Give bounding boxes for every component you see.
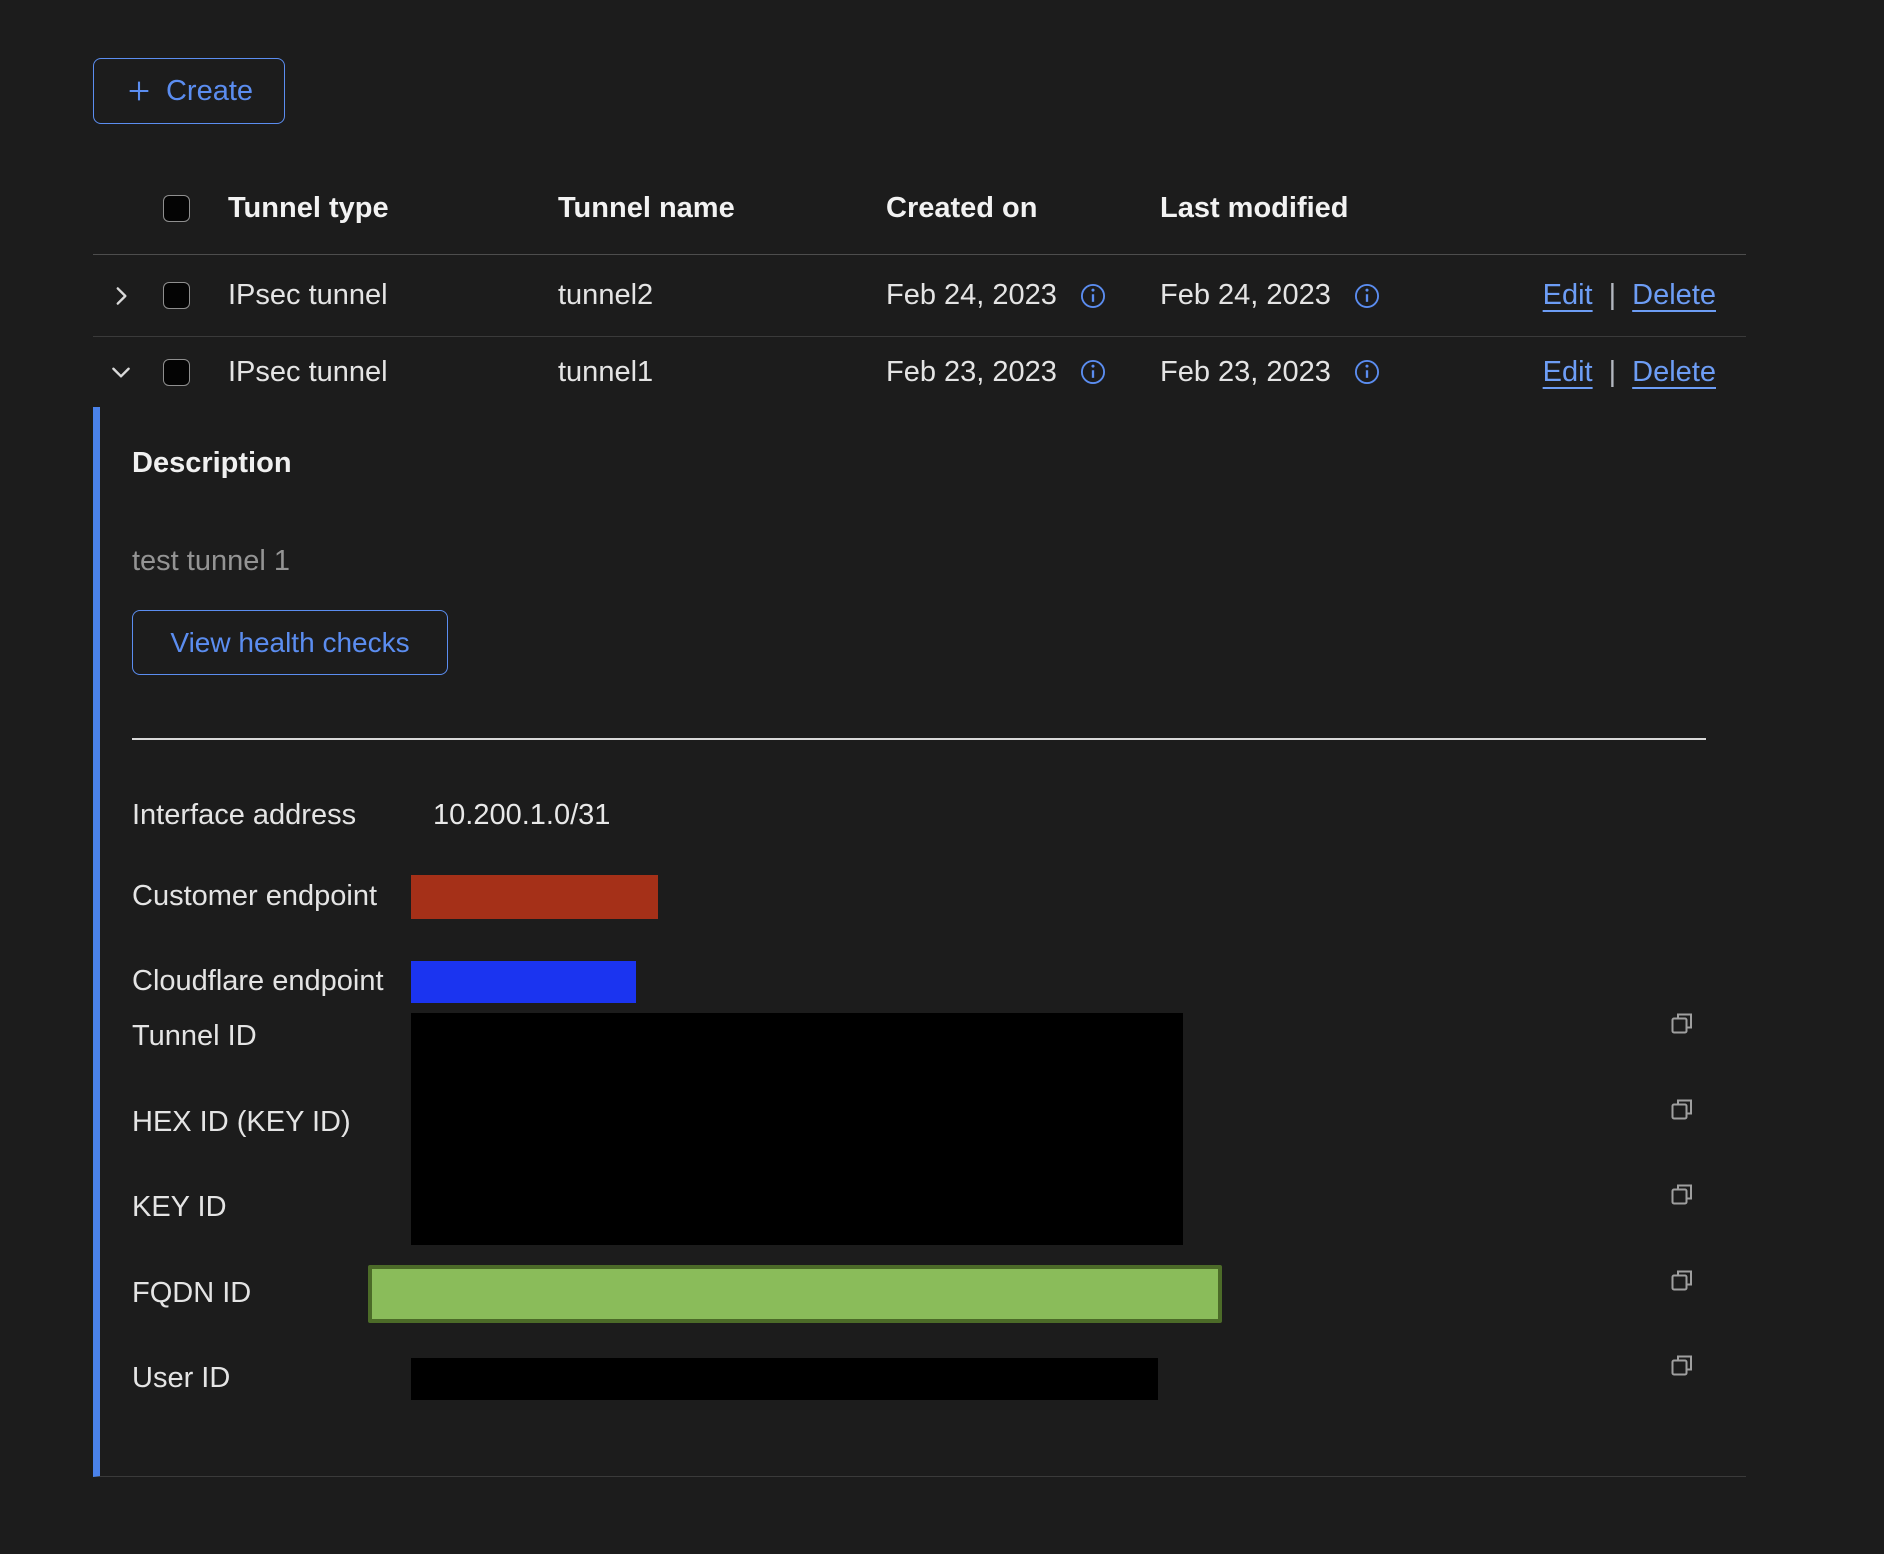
info-icon[interactable] (1079, 358, 1107, 386)
copy-tunnel-id-icon[interactable] (1668, 1009, 1696, 1037)
copy-fqdn-id-icon[interactable] (1668, 1266, 1696, 1294)
created-on-cell: Feb 23, 2023 (886, 356, 1057, 389)
select-all-checkbox[interactable] (163, 195, 190, 222)
last-modified-cell: Feb 23, 2023 (1160, 356, 1331, 389)
tunnel-type-cell: IPsec tunnel (228, 279, 558, 312)
copy-key-id-icon[interactable] (1668, 1180, 1696, 1208)
key-id-label: KEY ID (132, 1191, 227, 1224)
tunnel-id-label: Tunnel ID (132, 1020, 257, 1053)
interface-address-value: 10.200.1.0/31 (433, 799, 610, 832)
delete-link[interactable]: Delete (1632, 279, 1716, 312)
ids-redacted-value (411, 1013, 1183, 1245)
view-health-checks-button[interactable]: View health checks (132, 610, 448, 675)
column-header-last-modified: Last modified (1160, 192, 1460, 225)
tunnels-page: Create Tunnel type Tunnel name Created o… (0, 0, 1884, 1554)
cloudflare-endpoint-label: Cloudflare endpoint (132, 965, 384, 998)
column-header-created-on: Created on (886, 192, 1160, 225)
chevron-right-icon[interactable] (108, 283, 134, 309)
fqdn-id-redacted-value (368, 1265, 1222, 1323)
action-separator: | (1609, 356, 1617, 389)
edit-link[interactable]: Edit (1543, 279, 1593, 312)
created-on-cell: Feb 24, 2023 (886, 279, 1057, 312)
interface-address-label: Interface address (132, 799, 356, 832)
user-id-redacted-value (411, 1358, 1158, 1400)
view-health-checks-label: View health checks (170, 627, 409, 659)
row-checkbox[interactable] (163, 359, 190, 386)
copy-user-id-icon[interactable] (1668, 1351, 1696, 1379)
hex-id-label: HEX ID (KEY ID) (132, 1106, 351, 1139)
section-divider (132, 738, 1706, 740)
table-header-row: Tunnel type Tunnel name Created on Last … (93, 163, 1746, 255)
cloudflare-endpoint-redacted-value (411, 961, 636, 1003)
row-checkbox[interactable] (163, 282, 190, 309)
customer-endpoint-redacted-value (411, 875, 658, 919)
copy-hex-id-icon[interactable] (1668, 1095, 1696, 1123)
delete-link[interactable]: Delete (1632, 356, 1716, 389)
info-icon[interactable] (1353, 358, 1381, 386)
plus-icon (125, 77, 153, 105)
tunnel-name-cell: tunnel2 (558, 279, 886, 312)
expanded-row-panel: Description test tunnel 1 View health ch… (93, 407, 1746, 1477)
table-row: IPsec tunnel tunnel1 Feb 23, 2023 Feb 23… (93, 337, 1746, 407)
fqdn-id-label: FQDN ID (132, 1277, 251, 1310)
user-id-label: User ID (132, 1362, 230, 1395)
last-modified-cell: Feb 24, 2023 (1160, 279, 1331, 312)
action-separator: | (1609, 279, 1617, 312)
tunnels-table: Tunnel type Tunnel name Created on Last … (93, 163, 1746, 1477)
description-value: test tunnel 1 (132, 545, 290, 578)
edit-link[interactable]: Edit (1543, 356, 1593, 389)
info-icon[interactable] (1353, 282, 1381, 310)
customer-endpoint-label: Customer endpoint (132, 880, 377, 913)
info-icon[interactable] (1079, 282, 1107, 310)
description-heading: Description (132, 447, 292, 480)
tunnel-type-cell: IPsec tunnel (228, 356, 558, 389)
create-button-label: Create (166, 75, 253, 108)
column-header-tunnel-name: Tunnel name (558, 192, 886, 225)
create-button[interactable]: Create (93, 58, 285, 124)
chevron-down-icon[interactable] (108, 359, 134, 385)
table-row: IPsec tunnel tunnel2 Feb 24, 2023 Feb 24… (93, 255, 1746, 337)
column-header-tunnel-type: Tunnel type (228, 192, 558, 225)
tunnel-name-cell: tunnel1 (558, 356, 886, 389)
